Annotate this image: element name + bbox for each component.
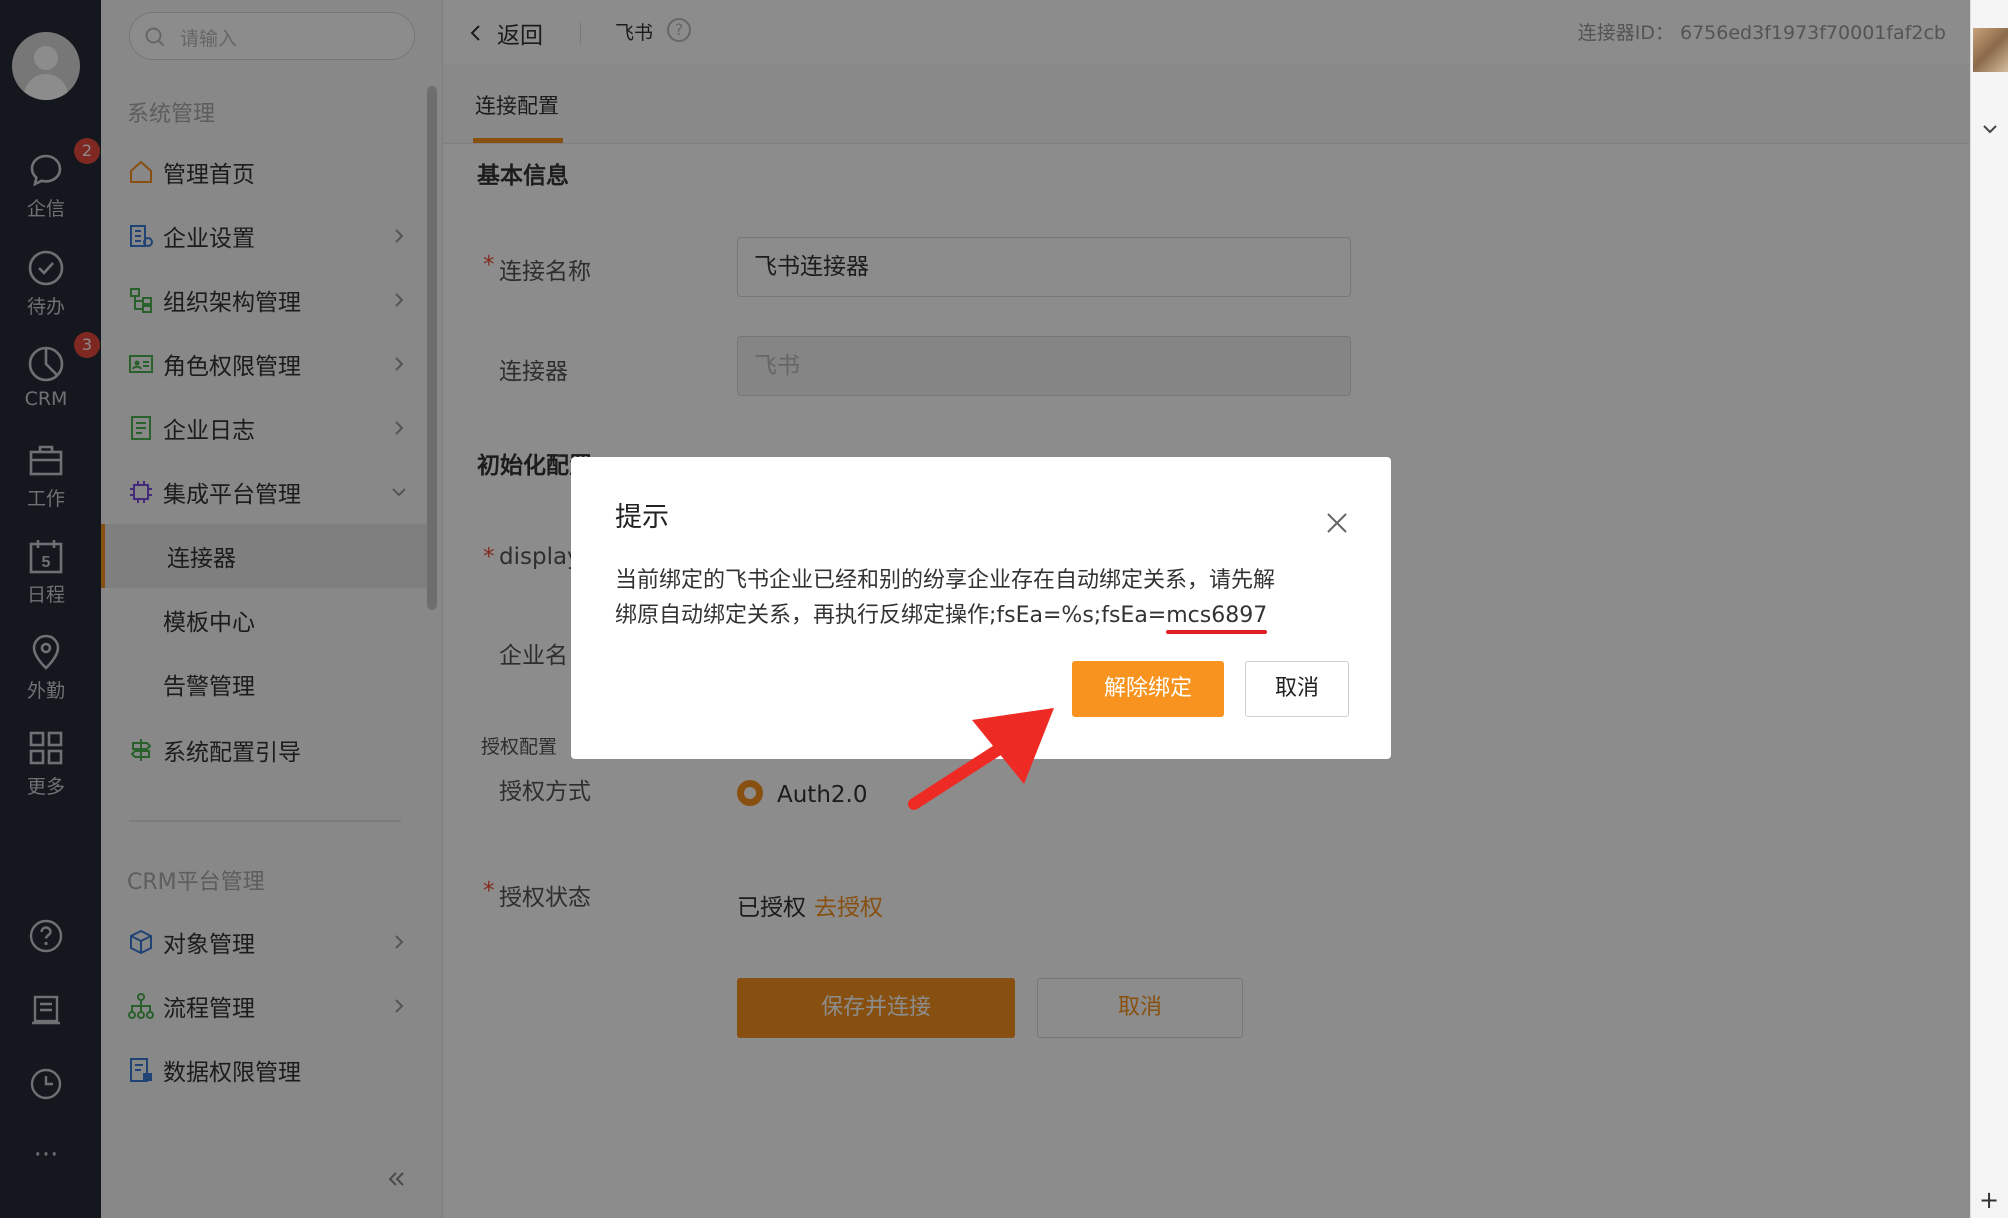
add-button[interactable]: + <box>1979 1186 1999 1214</box>
close-button[interactable] <box>1325 511 1349 535</box>
chevron-down-icon[interactable] <box>1979 118 2001 140</box>
right-strip: + <box>1970 0 2008 1218</box>
message-text: 绑原自动绑定关系，再执行反绑定操作;fsEa=%s;fsEa= <box>615 603 1167 628</box>
close-icon <box>1327 513 1347 533</box>
message-line-2: 绑原自动绑定关系，再执行反绑定操作;fsEa=%s;fsEa=mcs6897 <box>615 598 1359 633</box>
unbind-button[interactable]: 解除绑定 <box>1072 661 1224 717</box>
dialog-cancel-button[interactable]: 取消 <box>1245 661 1349 717</box>
dialog-message: 当前绑定的飞书企业已经和别的纷享企业存在自动绑定关系，请先解 绑原自动绑定关系，… <box>615 563 1359 633</box>
thumbnail-image[interactable] <box>1973 28 2008 72</box>
annotation-arrow-icon <box>908 708 1054 810</box>
dialog-title: 提示 <box>615 502 669 533</box>
message-line-1: 当前绑定的飞书企业已经和别的纷享企业存在自动绑定关系，请先解 <box>615 568 1276 593</box>
highlighted-enterprise-account: mcs6897 <box>1166 603 1268 628</box>
